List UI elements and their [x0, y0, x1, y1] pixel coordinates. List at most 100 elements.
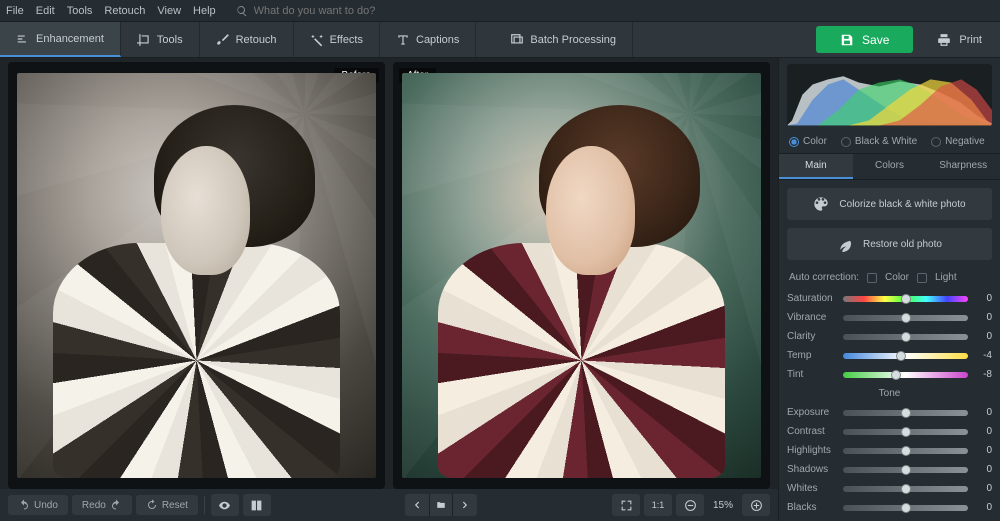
- compare-button[interactable]: [243, 494, 271, 516]
- menu-help[interactable]: Help: [193, 5, 216, 17]
- slider-shadows-thumb[interactable]: [901, 465, 911, 475]
- subtabs: Main Colors Sharpness: [779, 153, 1000, 180]
- after-image: [402, 73, 760, 479]
- next-image-button[interactable]: [453, 494, 477, 516]
- slider-shadows-track[interactable]: [843, 467, 968, 473]
- tab-tools[interactable]: Tools: [121, 22, 200, 57]
- colorize-button[interactable]: Colorize black & white photo: [787, 188, 992, 220]
- mode-radios: Color Black & White Negative: [779, 130, 1000, 153]
- sliders-icon: [16, 32, 30, 46]
- auto-light-checkbox[interactable]: [917, 273, 927, 283]
- slider-blacks-value: 0: [974, 502, 992, 513]
- tab-retouch[interactable]: Retouch: [200, 22, 294, 57]
- after-pane[interactable]: After: [393, 62, 770, 489]
- slider-whites-thumb[interactable]: [901, 484, 911, 494]
- mode-bw-label: Black & White: [855, 136, 917, 147]
- ratio-label: 1:1: [652, 500, 665, 510]
- slider-saturation-thumb[interactable]: [901, 294, 911, 304]
- slider-whites-value: 0: [974, 483, 992, 494]
- mode-negative[interactable]: Negative: [931, 136, 984, 147]
- tab-captions[interactable]: Captions: [380, 22, 476, 57]
- slider-temp-track[interactable]: [843, 353, 968, 359]
- crop-icon: [137, 33, 151, 47]
- save-button[interactable]: Save: [816, 26, 913, 53]
- undo-label: Undo: [34, 500, 58, 511]
- slider-highlights-thumb[interactable]: [901, 446, 911, 456]
- menu-edit[interactable]: Edit: [36, 5, 55, 17]
- slider-shadows: Shadows0: [787, 464, 992, 475]
- tab-batch-label: Batch Processing: [530, 34, 616, 46]
- subtab-colors[interactable]: Colors: [853, 154, 927, 179]
- menu-tools[interactable]: Tools: [67, 5, 93, 17]
- palette-icon: [813, 196, 829, 212]
- slider-tint-track[interactable]: [843, 372, 968, 378]
- histogram-svg: [787, 64, 992, 126]
- print-icon: [937, 33, 951, 47]
- slider-exposure-label: Exposure: [787, 407, 837, 418]
- slider-vibrance-thumb[interactable]: [901, 313, 911, 323]
- menu-view[interactable]: View: [157, 5, 181, 17]
- mode-bw[interactable]: Black & White: [841, 136, 917, 147]
- tab-effects[interactable]: Effects: [294, 22, 380, 57]
- slider-highlights-label: Highlights: [787, 445, 837, 456]
- slider-contrast: Contrast0: [787, 426, 992, 437]
- subtab-main[interactable]: Main: [779, 154, 853, 179]
- menubar: File Edit Tools Retouch View Help: [0, 0, 1000, 22]
- panel-body: Colorize black & white photo Restore old…: [779, 180, 1000, 521]
- right-panel: Color Black & White Negative Main Colors…: [778, 58, 1000, 521]
- slider-blacks-track[interactable]: [843, 505, 968, 511]
- slider-highlights-track[interactable]: [843, 448, 968, 454]
- slider-blacks-thumb[interactable]: [901, 503, 911, 513]
- slider-tint-thumb[interactable]: [891, 370, 901, 380]
- redo-button[interactable]: Redo: [72, 495, 132, 515]
- slider-vibrance-value: 0: [974, 312, 992, 323]
- auto-light-label: Light: [935, 272, 957, 283]
- tab-enhancement-label: Enhancement: [36, 33, 104, 45]
- slider-tint-value: -8: [974, 369, 992, 380]
- tab-enhancement[interactable]: Enhancement: [0, 22, 121, 57]
- undo-button[interactable]: Undo: [8, 495, 68, 515]
- slider-whites-track[interactable]: [843, 486, 968, 492]
- brush-icon: [216, 33, 230, 47]
- restore-button[interactable]: Restore old photo: [787, 228, 992, 260]
- fit-button[interactable]: [612, 494, 640, 516]
- bottombar: Undo Redo Reset 1:1 15%: [0, 489, 778, 521]
- slider-temp-thumb[interactable]: [896, 351, 906, 361]
- slider-clarity-track[interactable]: [843, 334, 968, 340]
- slider-saturation-track[interactable]: [843, 296, 968, 302]
- before-pane[interactable]: Before: [8, 62, 385, 489]
- actual-size-button[interactable]: 1:1: [644, 494, 672, 516]
- slider-exposure-track[interactable]: [843, 410, 968, 416]
- slider-exposure-thumb[interactable]: [901, 408, 911, 418]
- zoom-out-button[interactable]: [676, 494, 704, 516]
- tab-captions-label: Captions: [416, 34, 459, 46]
- slider-exposure: Exposure0: [787, 407, 992, 418]
- slider-contrast-track[interactable]: [843, 429, 968, 435]
- print-button[interactable]: Print: [919, 22, 1000, 57]
- tab-batch[interactable]: Batch Processing: [494, 22, 633, 57]
- restore-label: Restore old photo: [863, 239, 942, 250]
- mode-color[interactable]: Color: [789, 136, 827, 147]
- prev-image-button[interactable]: [405, 494, 429, 516]
- slider-whites-label: Whites: [787, 483, 837, 494]
- auto-color-checkbox[interactable]: [867, 273, 877, 283]
- slider-contrast-thumb[interactable]: [901, 427, 911, 437]
- slider-vibrance-track[interactable]: [843, 315, 968, 321]
- search-input[interactable]: [254, 5, 404, 17]
- slider-saturation: Saturation0: [787, 293, 992, 304]
- slider-highlights: Highlights0: [787, 445, 992, 456]
- auto-label: Auto correction:: [789, 272, 859, 283]
- menu-retouch[interactable]: Retouch: [104, 5, 145, 17]
- slider-clarity-thumb[interactable]: [901, 332, 911, 342]
- subtab-sharpness[interactable]: Sharpness: [926, 154, 1000, 179]
- tone-heading: Tone: [787, 388, 992, 399]
- slider-clarity: Clarity0: [787, 331, 992, 342]
- histogram[interactable]: [787, 64, 992, 126]
- menu-file[interactable]: File: [6, 5, 24, 17]
- reset-button[interactable]: Reset: [136, 495, 198, 515]
- browse-button[interactable]: [429, 494, 453, 516]
- zoom-in-button[interactable]: [742, 494, 770, 516]
- auto-correction-row: Auto correction: Color Light: [787, 268, 992, 293]
- eye-button[interactable]: [211, 494, 239, 516]
- zoom-level: 15%: [708, 500, 738, 511]
